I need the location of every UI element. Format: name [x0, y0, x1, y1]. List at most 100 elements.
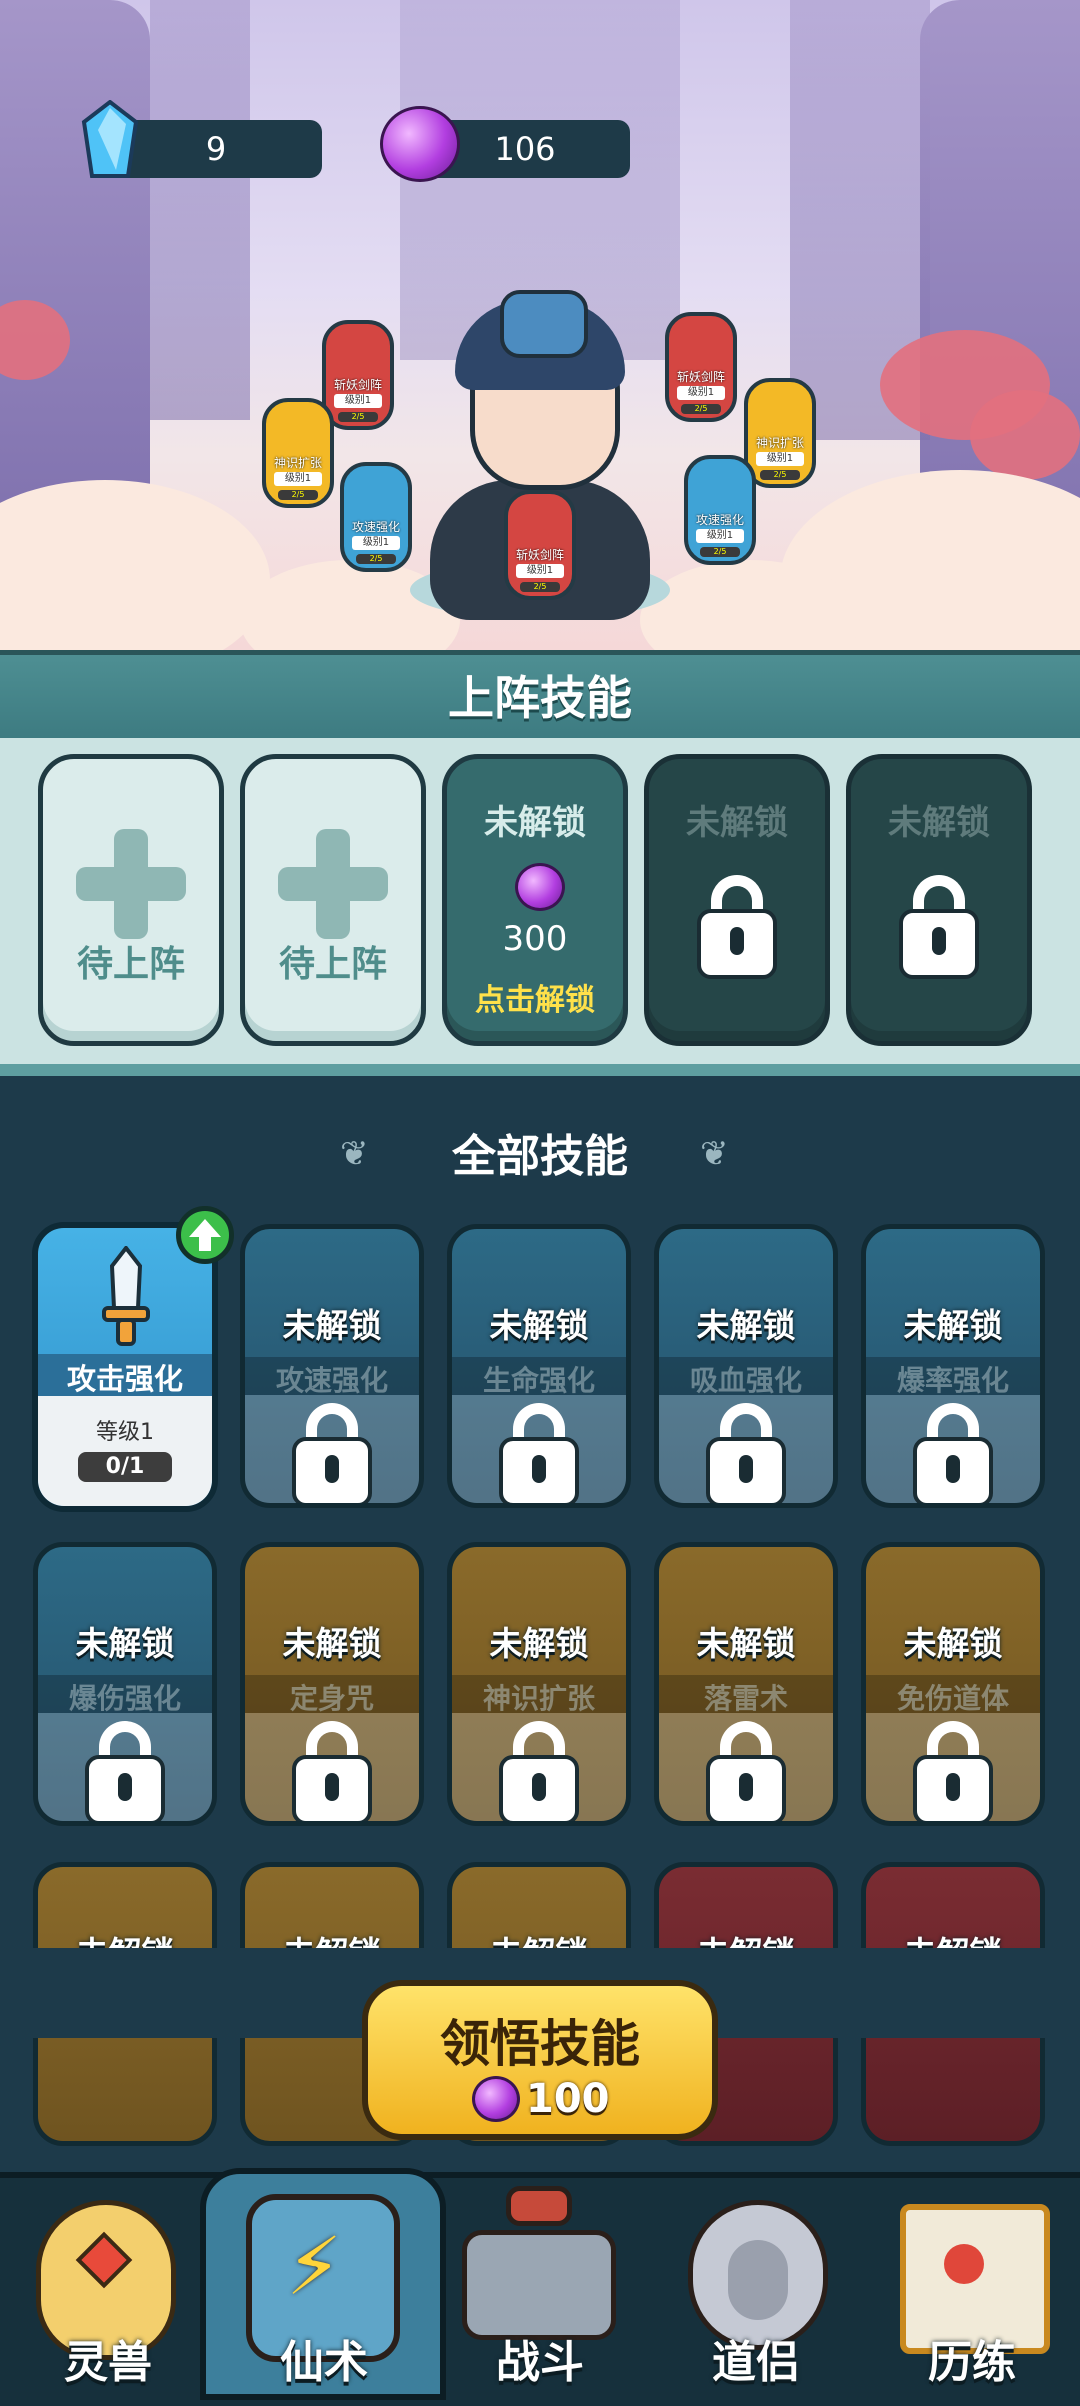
left-cliff-far [150, 0, 250, 420]
mini-skill-progress: 2/5 [681, 404, 721, 414]
skill-card-locked[interactable]: 未解锁 免伤道体 [861, 1542, 1045, 1826]
floating-skill-card: 斩妖剑阵 级别1 2/5 [504, 490, 576, 600]
nav-item-spells[interactable]: ⚡ 仙术 [216, 2180, 432, 2400]
lock-icon [706, 1403, 786, 1503]
learn-skill-button[interactable]: 领悟技能 100 [362, 1980, 718, 2140]
nav-item-battle[interactable]: 战斗 [432, 2180, 648, 2400]
mini-skill-progress: 2/5 [760, 470, 800, 480]
scroll-sun [944, 2244, 984, 2284]
floating-skill-card: 神识扩张 级别1 2/5 [744, 378, 816, 488]
nav-label: 战斗 [496, 2337, 584, 2388]
locked-label: 未解锁 [489, 1624, 589, 1663]
unlock-action-label[interactable]: 点击解锁 [447, 975, 623, 1019]
locked-label: 未解锁 [75, 1624, 175, 1663]
mini-skill-progress: 2/5 [338, 412, 378, 422]
hero-hat [500, 290, 588, 358]
battle-icon [506, 2186, 572, 2226]
purple-gem-icon [515, 863, 565, 911]
skill-name: 定身咒 [289, 1682, 374, 1715]
skill-card-locked[interactable]: 未解锁 攻速强化 [240, 1224, 424, 1508]
learn-skill-cost: 100 [526, 2076, 610, 2122]
blossom-tree [970, 390, 1080, 480]
mini-skill-progress: 2/5 [278, 490, 318, 500]
mini-skill-name: 斩妖剑阵 [333, 378, 382, 392]
gem-count: 106 [494, 130, 556, 168]
mini-skill-level: 级别1 [516, 564, 564, 578]
skill-card-locked[interactable]: 未解锁 爆伤强化 [33, 1542, 217, 1826]
hero-scene: 斩妖剑阵 级别1 2/5 斩妖剑阵 级别1 2/5 神识扩张 级别1 2/5 神… [0, 0, 1080, 650]
nav-label: 道侣 [712, 2337, 800, 2388]
plus-icon [278, 829, 388, 939]
crystal-counter[interactable]: 9 [110, 120, 322, 178]
locked-label: 未解锁 [282, 1624, 382, 1663]
nav-item-companion[interactable]: 道侣 [648, 2180, 864, 2400]
mini-skill-level: 级别1 [677, 386, 725, 400]
skill-name: 生命强化 [482, 1364, 595, 1397]
skill-name: 落雷术 [703, 1682, 788, 1715]
skill-slot-locked[interactable]: 未解锁 [644, 754, 830, 1046]
sword-icon [102, 1246, 150, 1346]
skill-level: 等级1 [96, 1420, 154, 1445]
cloud-ornament-right: ❦ [700, 1134, 729, 1174]
battle-icon-body [462, 2230, 616, 2340]
purple-gem-icon [380, 106, 460, 182]
skill-slot-locked[interactable]: 未解锁 [846, 754, 1032, 1046]
mini-skill-progress: 2/5 [356, 554, 396, 564]
learn-skill-label: 领悟技能 [440, 2015, 640, 2073]
slot-label: 待上阵 [278, 944, 387, 985]
skill-card-locked[interactable]: 未解锁 落雷术 [654, 1542, 838, 1826]
locked-label: 未解锁 [696, 1306, 796, 1345]
lock-icon [706, 1721, 786, 1821]
nav-label: 仙术 [280, 2337, 368, 2388]
unlock-cost: 300 [502, 919, 568, 959]
nav-item-training[interactable]: 历练 [864, 2180, 1080, 2400]
slot-label: 未解锁 [686, 803, 788, 843]
mini-skill-level: 级别1 [756, 452, 804, 466]
equipped-title: 上阵技能 [448, 671, 632, 725]
companion-silhouette [728, 2240, 788, 2320]
skill-slot-empty[interactable]: 待上阵 [240, 754, 426, 1046]
locked-label: 未解锁 [903, 1624, 1003, 1663]
skill-card-locked[interactable]: 未解锁 神识扩张 [447, 1542, 631, 1826]
upgrade-arrow-icon[interactable] [176, 1206, 234, 1264]
plus-icon [76, 829, 186, 939]
skill-name: 神识扩张 [482, 1682, 595, 1715]
mini-skill-level: 级别1 [334, 394, 382, 408]
skill-name: 攻击强化 [66, 1362, 183, 1396]
mini-skill-level: 级别1 [696, 529, 744, 543]
skill-progress-bar: 0/1 [78, 1452, 172, 1482]
skill-name: 攻速强化 [275, 1364, 388, 1397]
skill-slot-empty[interactable]: 待上阵 [38, 754, 224, 1046]
crystal-count: 9 [205, 130, 227, 168]
skill-card-locked[interactable]: 未解锁 爆率强化 [861, 1224, 1045, 1508]
locked-label: 未解锁 [696, 1624, 796, 1663]
locked-label: 未解锁 [903, 1306, 1003, 1345]
lock-icon [697, 875, 777, 979]
lock-icon [292, 1721, 372, 1821]
slot-label: 未解锁 [888, 803, 990, 843]
floating-skill-card: 攻速强化 级别1 2/5 [340, 462, 412, 572]
mini-skill-name: 攻速强化 [351, 520, 400, 534]
skill-card-locked[interactable]: 未解锁 定身咒 [240, 1542, 424, 1826]
mini-skill-name: 神识扩张 [273, 456, 322, 470]
floating-skill-card: 斩妖剑阵 级别1 2/5 [322, 320, 394, 430]
locked-label: 未解锁 [282, 1306, 382, 1345]
skill-card-locked[interactable]: 未解锁 生命强化 [447, 1224, 631, 1508]
nav-label: 历练 [928, 2337, 1016, 2388]
skill-card-attack[interactable]: 攻击强化 等级1 0/1 [32, 1222, 218, 1512]
floating-skill-card: 斩妖剑阵 级别1 2/5 [665, 312, 737, 422]
nav-label: 灵兽 [64, 2337, 152, 2388]
mini-skill-name: 斩妖剑阵 [676, 370, 725, 384]
lightning-icon: ⚡ [286, 2220, 343, 2313]
lock-icon [292, 1403, 372, 1503]
cloud [0, 480, 270, 650]
skill-slot-unlockable[interactable]: 未解锁 300 点击解锁 [442, 754, 628, 1046]
mini-skill-name: 斩妖剑阵 [515, 548, 564, 562]
lock-icon [913, 1721, 993, 1821]
floating-skill-card: 攻速强化 级别1 2/5 [684, 455, 756, 565]
nav-item-spirit-beast[interactable]: 灵兽 [0, 2180, 216, 2400]
blue-crystal-icon [81, 100, 139, 178]
left-cliff [0, 0, 150, 560]
skill-card-locked[interactable]: 未解锁 吸血强化 [654, 1224, 838, 1508]
skill-name: 吸血强化 [689, 1364, 802, 1397]
